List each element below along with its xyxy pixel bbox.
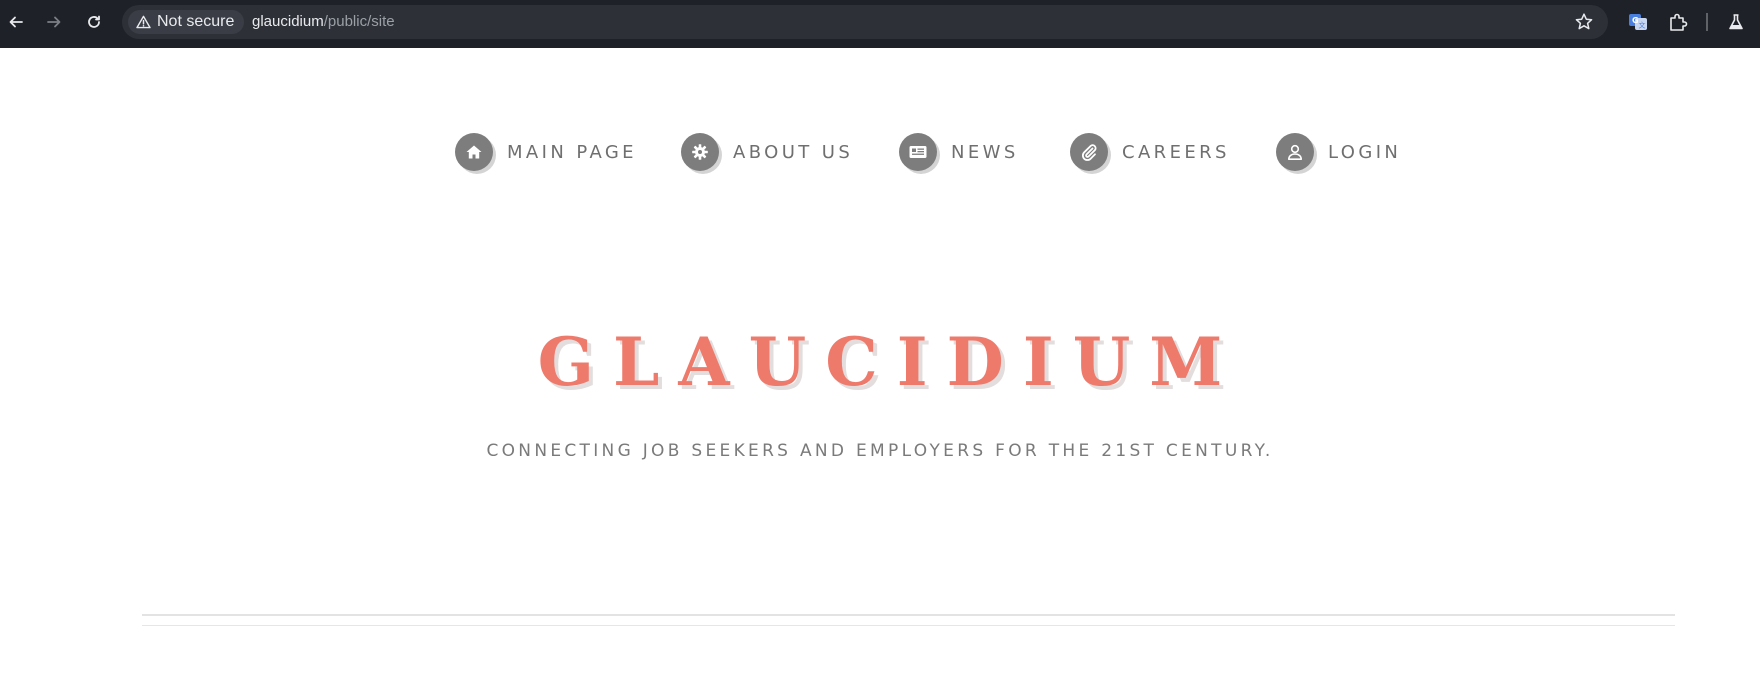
reload-button[interactable] [82,10,106,34]
nav-icon-circle [455,133,493,171]
nav-item-main-page[interactable]: MAIN PAGE [455,130,637,174]
nav-item-news[interactable]: NEWS [899,130,1019,174]
divider [142,614,1675,616]
puzzle-icon [1670,13,1688,31]
home-icon [466,145,482,159]
star-icon[interactable] [1574,12,1594,32]
nav-label: LOGIN [1328,141,1402,163]
security-indicator[interactable]: Not secure [128,10,245,34]
newspaper-icon [909,146,927,158]
warning-triangle-icon [136,15,151,29]
translate-icon: G 文 [1629,14,1647,30]
nav-icon-circle [899,133,937,171]
arrow-right-icon [47,16,61,28]
nav-item-login[interactable]: LOGIN [1276,130,1401,174]
divider [142,625,1675,626]
url-path: /public/site [323,13,395,30]
nav-label: NEWS [951,141,1019,163]
nav-icon-circle [1070,133,1108,171]
nav-item-about-us[interactable]: ABOUT US [681,130,853,174]
address-bar[interactable]: Not secure glaucidium/public/site [122,5,1608,39]
nav-item-careers[interactable]: CAREERS [1070,130,1230,174]
user-icon [1288,144,1302,160]
url-text[interactable]: glaucidium/public/site [252,5,395,39]
nav-label: CAREERS [1122,141,1230,163]
site-title: GLAUCIDIUM [537,323,1242,401]
nav-label: MAIN PAGE [507,141,637,163]
gear-icon [692,144,708,160]
nav-icon-circle [681,133,719,171]
browser-toolbar: Not secure glaucidium/public/site G 文 [0,0,1760,48]
translate-button[interactable]: G 文 [1626,10,1650,34]
nav-label: ABOUT US [733,141,854,163]
site-navigation: MAIN PAGE ABOUT US NEWS CAREERS LOGIN [0,130,1760,174]
back-button[interactable] [4,10,28,34]
nav-icon-circle [1276,133,1314,171]
security-label: Not secure [157,13,235,30]
site-tagline: CONNECTING JOB SEEKERS AND EMPLOYERS FOR… [486,441,1274,461]
url-host: glaucidium [252,13,324,30]
reload-icon [88,15,100,28]
extensions-button[interactable] [1666,10,1690,34]
forward-button[interactable] [42,10,66,34]
arrow-left-icon [9,16,23,28]
toolbar-divider [1706,13,1708,31]
svg-text:文: 文 [1639,21,1646,30]
paperclip-icon [1081,144,1097,161]
labs-button[interactable] [1724,10,1748,34]
flask-icon [1729,14,1743,30]
